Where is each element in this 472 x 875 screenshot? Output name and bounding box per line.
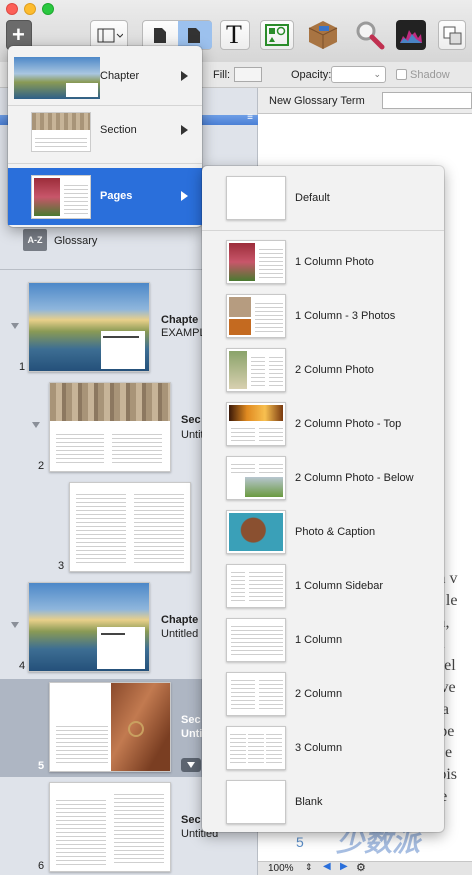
page-subtitle: EXAMPL: [161, 327, 206, 339]
page-number: 3: [58, 560, 65, 572]
menu-item-section[interactable]: Section: [100, 124, 137, 136]
layout-item-1-column-photo[interactable]: 1 Column Photo: [295, 256, 374, 268]
pages-submenu: Default 1 Column Photo 1 Column - 3 Photos…: [202, 166, 444, 832]
minimize-window-button[interactable]: [24, 3, 36, 15]
page-number: 5: [38, 760, 45, 772]
chevron-down-icon: ⌄: [373, 69, 381, 79]
layout-item-2-column-photo-below[interactable]: 2 Column Photo - Below: [295, 472, 414, 484]
page-thumbnail-5[interactable]: [49, 682, 171, 772]
add-page-menu: Chapter Section Pages: [8, 46, 202, 227]
layout-item-2-column-photo[interactable]: 2 Column Photo: [295, 364, 374, 376]
layout-thumb: [226, 780, 286, 824]
layers-icon: [443, 26, 462, 45]
page-thumbnail-3[interactable]: [69, 482, 191, 572]
disclosure-triangle-icon[interactable]: [11, 323, 19, 329]
collapse-icon[interactable]: ≡: [247, 112, 253, 123]
page-options-button[interactable]: [181, 758, 201, 772]
layout-item-default[interactable]: Default: [295, 192, 330, 204]
next-page-icon[interactable]: ▶: [340, 861, 348, 872]
page-title: Chapte: [161, 314, 199, 326]
layout-item-photo-caption[interactable]: Photo & Caption: [295, 526, 375, 538]
layout-item-1-column-3-photos[interactable]: 1 Column - 3 Photos: [295, 310, 395, 322]
opacity-label: Opacity:: [291, 69, 332, 81]
submenu-arrow-icon: [181, 125, 188, 135]
fill-color-well[interactable]: [234, 67, 262, 82]
opacity-field[interactable]: ⌄: [331, 66, 386, 83]
layout-item-1-column[interactable]: 1 Column: [295, 634, 342, 646]
media-button[interactable]: [305, 18, 345, 50]
submenu-arrow-icon: [181, 71, 188, 81]
gear-icon[interactable]: ⚙: [356, 861, 366, 874]
zoom-window-button[interactable]: [42, 3, 54, 15]
menu-item-pages-label: Pages: [100, 190, 133, 202]
chapter-thumb: [14, 57, 100, 99]
layout-thumb: [226, 402, 286, 446]
shadow-checkbox[interactable]: [396, 69, 407, 80]
layout-item-2-column[interactable]: 2 Column: [295, 688, 342, 700]
section-thumb: [31, 112, 91, 152]
document-icon[interactable]: [153, 27, 167, 44]
layout-item-1-column-sidebar[interactable]: 1 Column Sidebar: [295, 580, 383, 592]
shadow-label: Shadow: [410, 69, 450, 81]
menu-item-pages[interactable]: Pages: [8, 168, 202, 225]
page-number: 1: [19, 361, 26, 373]
layout-item-3-column[interactable]: 3 Column: [295, 742, 342, 754]
close-window-button[interactable]: [6, 3, 18, 15]
view-icon: [97, 28, 123, 43]
glossary-bar: New Glossary Term: [258, 88, 472, 114]
page-subtitle: Untitled: [161, 628, 199, 640]
text-box-button[interactable]: T: [220, 20, 250, 50]
previous-page-icon[interactable]: ◀: [323, 861, 331, 872]
submenu-arrow-icon: [181, 191, 188, 201]
page-title: Chapte: [161, 614, 199, 626]
histogram-icon: [400, 30, 422, 43]
shapes-button[interactable]: [260, 20, 294, 50]
page-number: 6: [38, 860, 45, 872]
page-title: Sec: [181, 714, 201, 726]
zoom-level[interactable]: 100%: [268, 863, 294, 874]
page-subtitle: Unti: [181, 728, 203, 740]
layout-thumb: [226, 672, 286, 716]
new-glossary-term-label: New Glossary Term: [269, 95, 365, 107]
layout-icon[interactable]: [187, 27, 201, 44]
widget-box-icon: [308, 21, 338, 49]
layout-thumb: [226, 456, 286, 500]
glossary-term-input[interactable]: [382, 92, 472, 109]
page-number: 4: [19, 660, 26, 672]
layout-thumb: [226, 564, 286, 608]
page-thumbnail-2[interactable]: [49, 382, 171, 472]
layout-item-blank[interactable]: Blank: [295, 796, 323, 808]
glossary-item[interactable]: Glossary: [54, 235, 97, 247]
page-title: Sec: [181, 414, 201, 426]
layout-thumb: [226, 618, 286, 662]
layout-item-2-column-photo-top[interactable]: 2 Column Photo - Top: [295, 418, 401, 430]
fill-label: Fill:: [213, 69, 231, 81]
layout-thumb: [226, 294, 286, 338]
page-number: 2: [38, 460, 45, 472]
layout-thumb: [226, 348, 286, 392]
disclosure-triangle-icon[interactable]: [11, 622, 19, 628]
page-thumbnail-4[interactable]: [28, 582, 150, 672]
shapes-icon: [265, 24, 289, 46]
menu-item-chapter[interactable]: Chapter: [100, 70, 139, 82]
adjust-image-button[interactable]: [396, 20, 426, 50]
disclosure-triangle-icon[interactable]: [32, 422, 40, 428]
layout-thumb: [226, 240, 286, 284]
page-title: Sec: [181, 814, 201, 826]
page-thumbnail-6[interactable]: [49, 782, 171, 872]
page-number-marker: 5: [296, 834, 304, 850]
layout-thumb: [226, 726, 286, 770]
text-t-icon: T: [226, 20, 242, 49]
layout-thumb: [226, 510, 286, 554]
arrange-button[interactable]: [438, 20, 466, 50]
stepper-icon[interactable]: ⇕: [305, 862, 313, 873]
plus-icon: +: [12, 22, 25, 47]
layout-thumb: [226, 176, 286, 220]
glossary-icon: A-Z: [23, 229, 47, 251]
magnifier-icon: [356, 21, 385, 50]
page-thumbnail-1[interactable]: [28, 282, 150, 372]
status-bar: 100% ⇕ ◀ ▶ ⚙: [258, 861, 472, 875]
inspector-button[interactable]: [352, 18, 386, 50]
